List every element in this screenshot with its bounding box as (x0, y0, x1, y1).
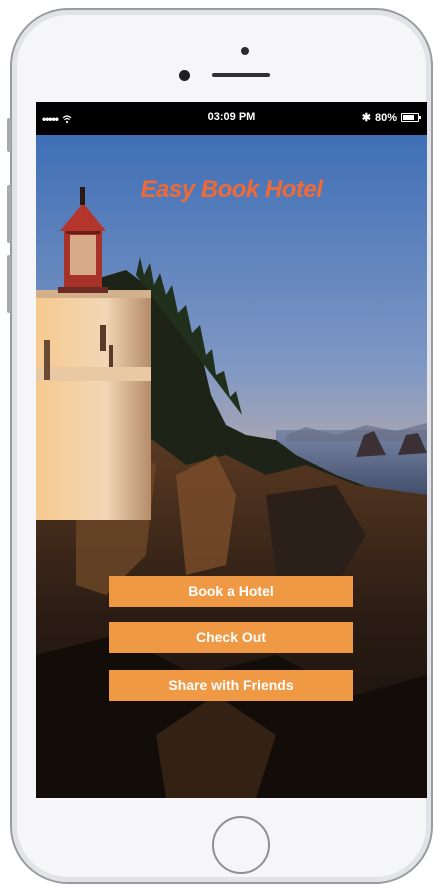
check-out-button[interactable]: Check Out (109, 622, 353, 653)
mute-switch[interactable] (7, 118, 11, 152)
battery-fill (403, 115, 415, 120)
bluetooth-icon: ✱ (361, 112, 371, 124)
status-right: ✱ 80% (361, 111, 421, 124)
proximity-sensor (179, 70, 190, 81)
earpiece-speaker (212, 73, 270, 77)
home-button[interactable] (212, 816, 270, 874)
front-camera (241, 47, 249, 55)
status-bar: ••••• 03:09 PM ✱ 80% (36, 102, 427, 135)
book-hotel-button[interactable]: Book a Hotel (109, 576, 353, 607)
volume-down-button[interactable] (7, 255, 11, 313)
volume-up-button[interactable] (7, 185, 11, 243)
app-title: Easy Book Hotel (140, 176, 323, 203)
share-with-friends-button[interactable]: Share with Friends (109, 670, 353, 701)
screen: ••••• 03:09 PM ✱ 80% Easy Book Hotel Boo… (36, 102, 427, 798)
battery-icon (401, 113, 421, 122)
battery-percent: 80% (374, 111, 397, 124)
